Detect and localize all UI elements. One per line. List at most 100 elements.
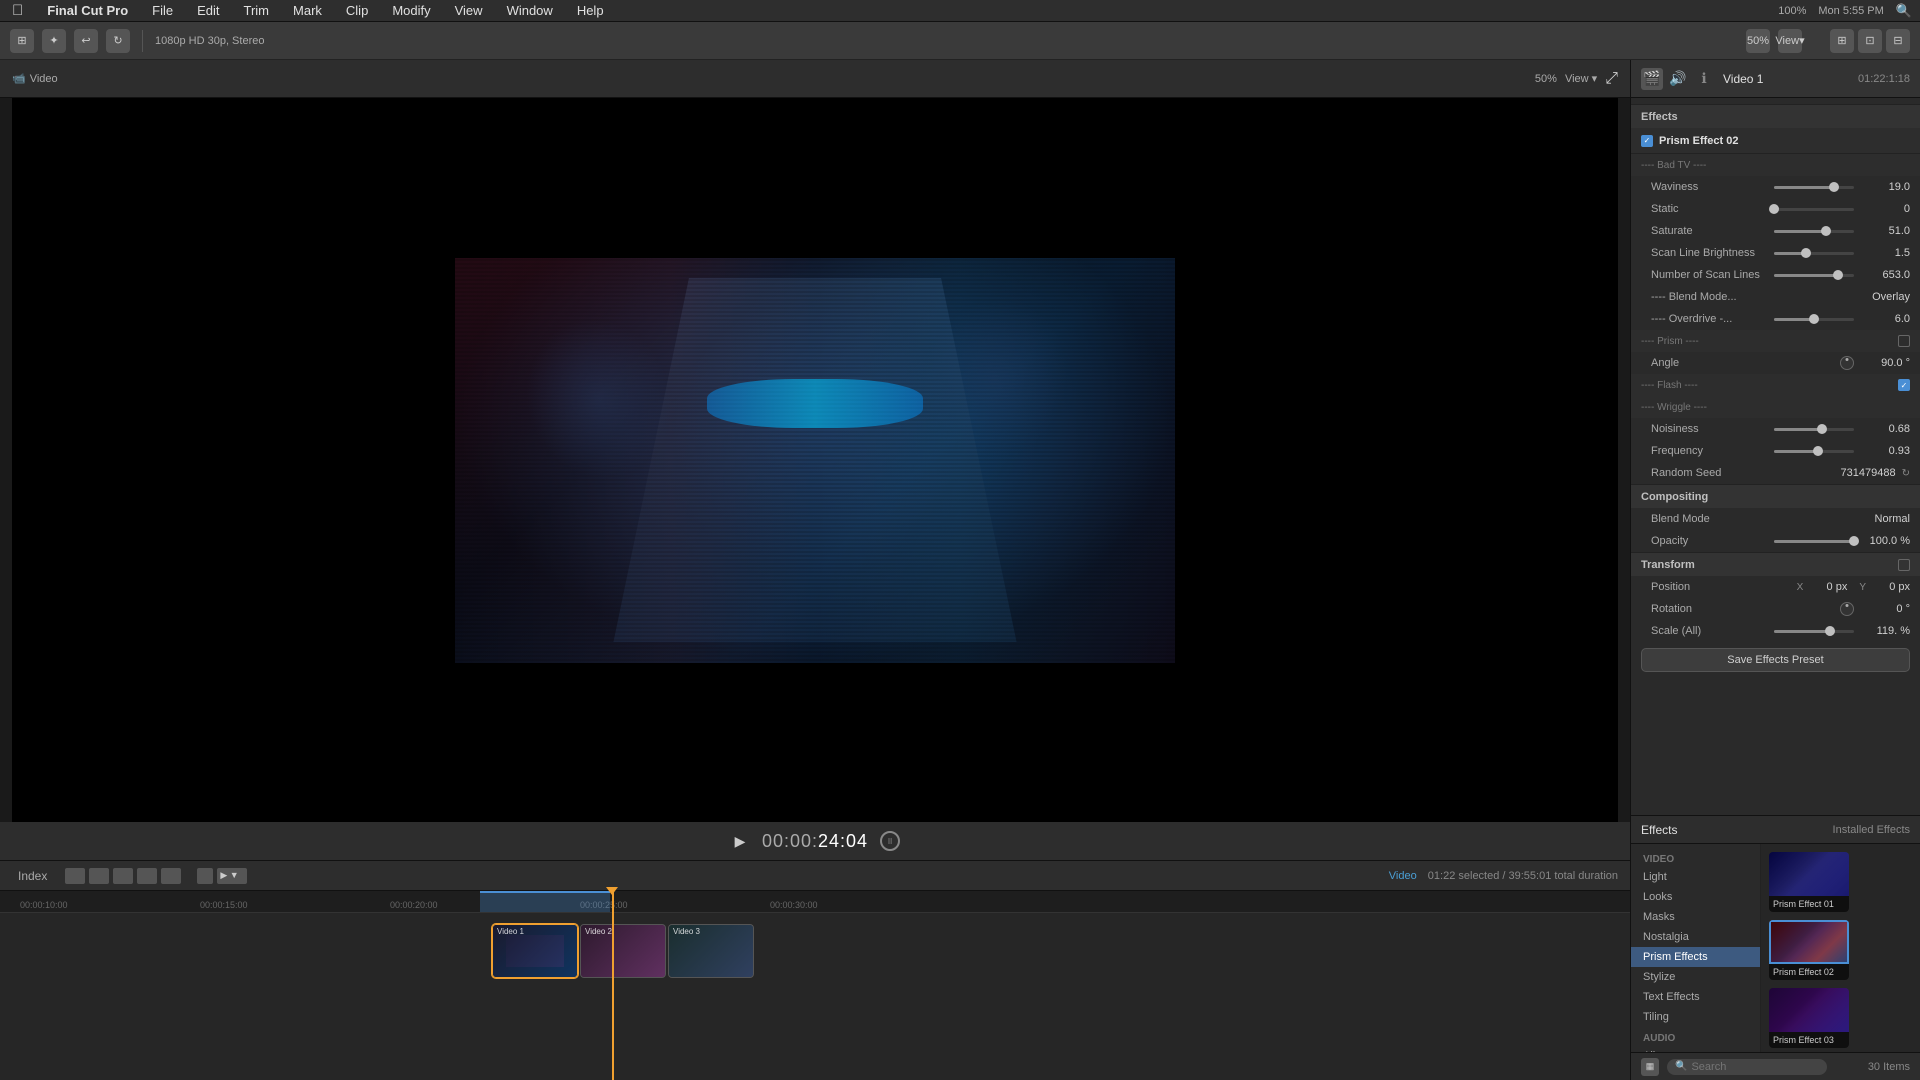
footer-icon-btn[interactable]: ▦ <box>1641 1058 1659 1076</box>
blend-mode-normal[interactable]: Normal <box>1875 513 1910 525</box>
menu-window[interactable]: Window <box>503 3 557 18</box>
timeline-view-btn-3[interactable] <box>113 868 133 884</box>
effects-section-header[interactable]: Effects <box>1631 104 1920 128</box>
timeline-view-btn-1[interactable] <box>65 868 85 884</box>
toolbar-btn-2[interactable]: ✦ <box>42 29 66 53</box>
category-looks[interactable]: Looks <box>1631 887 1760 907</box>
noisiness-slider[interactable] <box>1774 428 1854 431</box>
random-seed-refresh[interactable]: ↻ <box>1902 468 1910 479</box>
frequency-slider[interactable] <box>1774 450 1854 453</box>
menu-file[interactable]: File <box>148 3 177 18</box>
effect-thumb-prism2[interactable]: Prism Effect 02 <box>1769 920 1849 980</box>
frequency-fill <box>1774 450 1818 453</box>
apple-menu[interactable]:  <box>8 2 27 19</box>
category-prism-effects[interactable]: Prism Effects <box>1631 947 1760 967</box>
transform-section-header[interactable]: Transform <box>1631 552 1920 576</box>
overdrive-slider[interactable] <box>1774 318 1854 321</box>
menu-modify[interactable]: Modify <box>388 3 434 18</box>
prism-effect-label: Prism Effect 02 <box>1659 135 1738 147</box>
prism-effect-header[interactable]: ✓ Prism Effect 02 <box>1631 128 1920 154</box>
menu-help[interactable]: Help <box>573 3 608 18</box>
overdrive-thumb[interactable] <box>1809 314 1819 324</box>
category-text-effects[interactable]: Text Effects <box>1631 987 1760 1007</box>
menu-view[interactable]: View <box>451 3 487 18</box>
search-icon[interactable]: 🔍 <box>1896 3 1912 19</box>
transform-checkbox[interactable] <box>1898 559 1910 571</box>
view-option[interactable]: View ▾ <box>1565 72 1597 85</box>
rotation-control[interactable] <box>1840 602 1854 616</box>
static-slider[interactable] <box>1774 208 1854 211</box>
pause-btn[interactable]: II <box>880 831 900 851</box>
frequency-thumb[interactable] <box>1813 446 1823 456</box>
inspector-title: Video 1 <box>1723 72 1763 86</box>
saturate-value: 51.0 <box>1860 225 1910 237</box>
zoom-btn[interactable]: 50% <box>1746 29 1770 53</box>
footer-icon: ▦ <box>1646 1061 1655 1072</box>
prism-checkbox[interactable]: ✓ <box>1641 135 1653 147</box>
scan-line-brightness-label: Scan Line Brightness <box>1651 247 1768 259</box>
menu-trim[interactable]: Trim <box>240 3 274 18</box>
waviness-thumb[interactable] <box>1829 182 1839 192</box>
playhead[interactable] <box>612 891 614 1080</box>
inspector-tab-info[interactable]: ℹ <box>1693 68 1715 90</box>
opacity-thumb[interactable] <box>1849 536 1859 546</box>
toolbar-btn-1[interactable]: ⊞ <box>10 29 34 53</box>
category-nostalgia[interactable]: Nostalgia <box>1631 927 1760 947</box>
x-label: X <box>1797 582 1804 593</box>
scan-brightness-thumb[interactable] <box>1801 248 1811 258</box>
category-tiling[interactable]: Tiling <box>1631 1007 1760 1027</box>
timeline-arrow-tool[interactable]: ▶ ▼ <box>217 868 247 884</box>
effect-thumb-prism1[interactable]: Prism Effect 01 <box>1769 852 1849 912</box>
menu-edit[interactable]: Edit <box>193 3 223 18</box>
layout-btn-2[interactable]: ⊡ <box>1858 29 1882 53</box>
saturate-thumb[interactable] <box>1821 226 1831 236</box>
menu-finalcutpro[interactable]: Final Cut Pro <box>43 3 132 18</box>
category-light[interactable]: Light <box>1631 867 1760 887</box>
menu-bar:  Final Cut Pro File Edit Trim Mark Clip… <box>0 0 1920 22</box>
fullscreen-icon[interactable]: ⤢ <box>1605 70 1618 88</box>
menu-clip[interactable]: Clip <box>342 3 372 18</box>
num-scan-lines-row: Number of Scan Lines 653.0 <box>1631 264 1920 286</box>
category-masks[interactable]: Masks <box>1631 907 1760 927</box>
num-scanlines-slider[interactable] <box>1774 274 1854 277</box>
scale-thumb[interactable] <box>1825 626 1835 636</box>
inspector-tab-audio[interactable]: 🔊 <box>1667 68 1689 90</box>
timeline-view-btn-5[interactable] <box>161 868 181 884</box>
save-effects-preset-button[interactable]: Save Effects Preset <box>1641 648 1910 672</box>
effect-thumb-prism3[interactable]: Prism Effect 03 <box>1769 988 1849 1048</box>
noisiness-thumb[interactable] <box>1817 424 1827 434</box>
timeline-view-btn-2[interactable] <box>89 868 109 884</box>
inspector-tab-video[interactable]: 🎬 <box>1641 68 1663 90</box>
category-stylize[interactable]: Stylize <box>1631 967 1760 987</box>
opacity-slider[interactable] <box>1774 540 1854 543</box>
search-input[interactable] <box>1691 1061 1819 1073</box>
blend-mode-value[interactable]: Overlay <box>1872 291 1910 303</box>
static-thumb[interactable] <box>1769 204 1779 214</box>
menu-mark[interactable]: Mark <box>289 3 326 18</box>
table-row[interactable]: Video 1 <box>492 924 578 978</box>
num-scanlines-thumb[interactable] <box>1833 270 1843 280</box>
play-button[interactable]: ▶ <box>730 831 750 851</box>
timeline-info: Video 01:22 selected / 39:55:01 total du… <box>1389 870 1618 882</box>
compositing-section-header[interactable]: Compositing <box>1631 484 1920 508</box>
layout-btn-1[interactable]: ⊞ <box>1830 29 1854 53</box>
toolbar-btn-arrow[interactable]: ↩ <box>74 29 98 53</box>
timeline-tool-1[interactable] <box>197 868 213 884</box>
browser-title: Effects <box>1641 823 1677 837</box>
table-row[interactable]: Video 3 <box>668 924 754 978</box>
toolbar-btn-refresh[interactable]: ↻ <box>106 29 130 53</box>
view-btn[interactable]: View ▾ <box>1778 29 1802 53</box>
index-btn[interactable]: Index <box>12 867 53 885</box>
overdrive-value: 6.0 <box>1860 313 1910 325</box>
playback-controls: ▶ 00:00:24:04 II <box>0 822 1630 860</box>
scan-brightness-slider[interactable] <box>1774 252 1854 255</box>
scale-slider[interactable] <box>1774 630 1854 633</box>
waviness-slider[interactable] <box>1774 186 1854 189</box>
timeline-view-btn-4[interactable] <box>137 868 157 884</box>
saturate-slider[interactable] <box>1774 230 1854 233</box>
angle-control[interactable] <box>1840 356 1854 370</box>
prism-section-checkbox[interactable] <box>1898 335 1910 347</box>
flash-checkbox[interactable]: ✓ <box>1898 379 1910 391</box>
layout-btn-3[interactable]: ⊟ <box>1886 29 1910 53</box>
table-row[interactable]: Video 2 <box>580 924 666 978</box>
